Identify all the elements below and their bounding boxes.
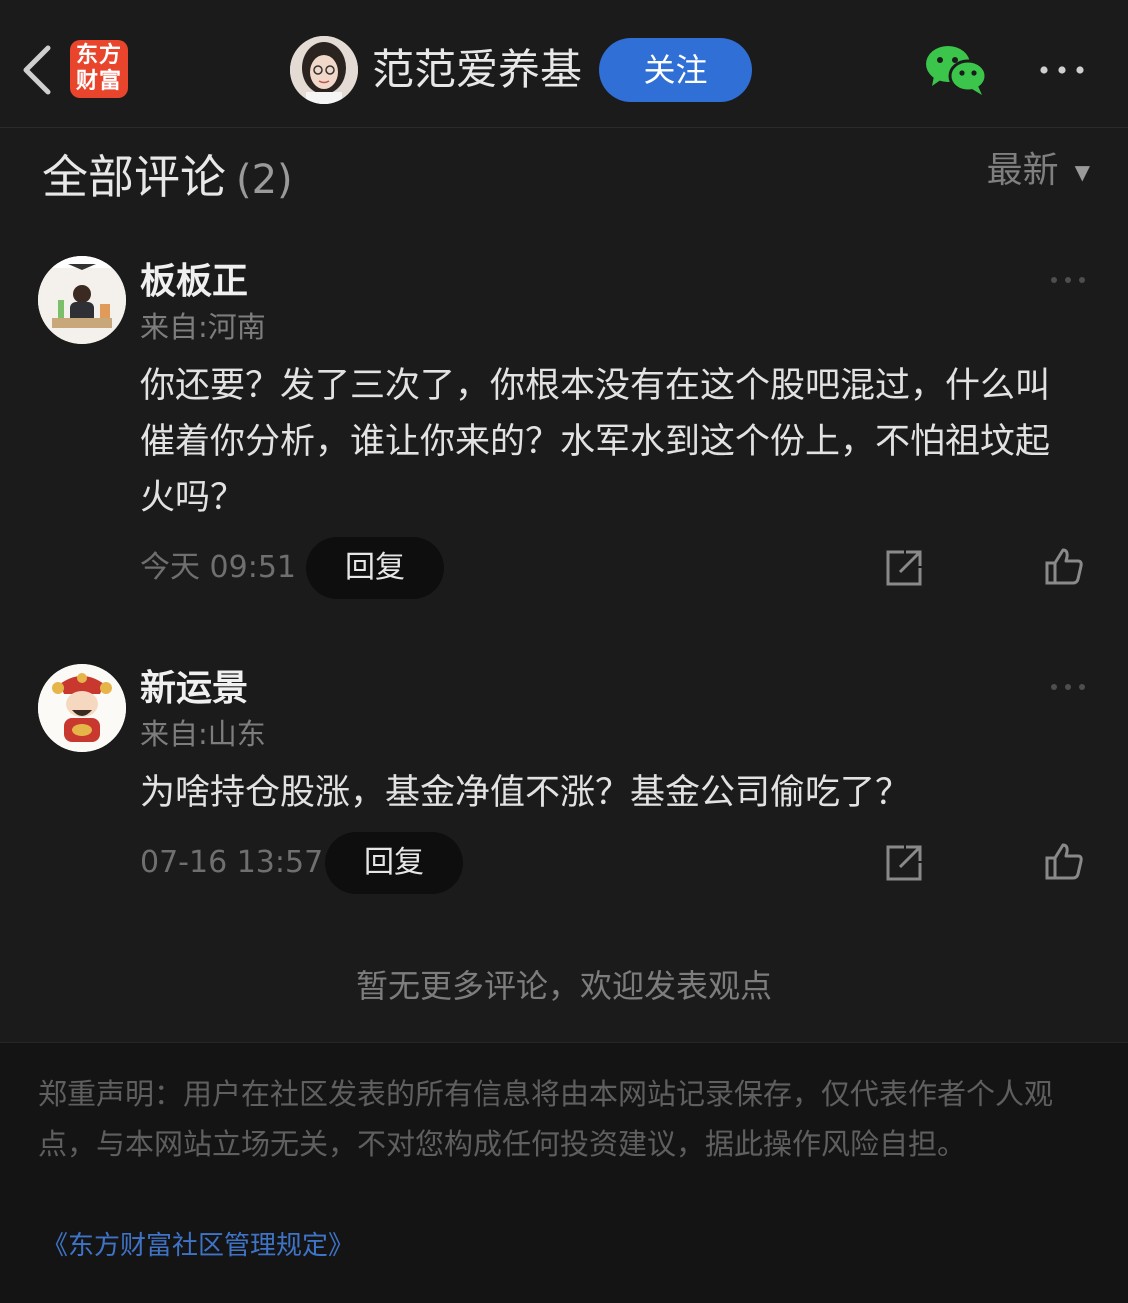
thumbs-up-icon[interactable] [1044, 546, 1084, 586]
caret-down-icon: ▼ [1074, 160, 1090, 184]
comment-username[interactable]: 新运景 [140, 665, 248, 713]
comments-title: 全部评论 [42, 150, 226, 204]
wechat-icon[interactable] [924, 44, 988, 98]
no-more-comments-text: 暂无更多评论，欢迎发表观点 [355, 967, 772, 1005]
author-name[interactable]: 范范爱养基 [372, 42, 582, 98]
comment-text: 你还要？发了三次了，你根本没有在这个股吧混过，什么叫催着你分析，谁让你来的？水军… [140, 366, 1051, 518]
author-avatar[interactable] [290, 36, 358, 104]
sort-dropdown[interactable]: 最新 ▼ [987, 146, 1090, 197]
logo-line2: 财富 [75, 69, 122, 94]
sort-label: 最新 [986, 150, 1059, 191]
share-icon[interactable] [884, 548, 924, 588]
comment-text: 为啥持仓股涨，基金净值不涨？基金公司偷吃了？ [140, 773, 911, 813]
avatar[interactable] [38, 664, 126, 752]
comment-time: 今天 09:51 [140, 550, 296, 585]
comment-username[interactable]: 板板正 [140, 258, 248, 306]
comment-location: 来自:河南 [140, 310, 266, 344]
avatar[interactable] [38, 256, 126, 344]
thumbs-up-icon[interactable] [1044, 841, 1084, 881]
logo-line1: 东方 [75, 43, 122, 68]
reply-button[interactable]: 回复 [306, 537, 444, 599]
top-bar: 东方 财富 范范爱养基 关注 [0, 0, 1128, 128]
more-dots-icon[interactable] [1048, 679, 1088, 695]
share-icon[interactable] [884, 843, 924, 883]
reply-button[interactable]: 回复 [325, 832, 463, 894]
comment-location: 来自:山东 [140, 717, 266, 751]
back-chevron-icon[interactable] [16, 40, 60, 100]
footer: 郑重声明：用户在社区发表的所有信息将由本网站记录保存，仅代表作者个人观点，与本网… [0, 1042, 1128, 1303]
more-dots-icon[interactable] [1036, 56, 1088, 84]
comments-heading: 全部评论 (2) [42, 146, 293, 211]
comment-time: 07-16 13:57 [140, 845, 324, 880]
community-rules-link[interactable]: 《东方财富社区管理规定》 [42, 1225, 354, 1267]
follow-button[interactable]: 关注 [599, 38, 752, 102]
disclaimer-text: 郑重声明：用户在社区发表的所有信息将由本网站记录保存，仅代表作者个人观点，与本网… [38, 1077, 1054, 1161]
comments-count: (2) [236, 157, 293, 203]
more-dots-icon[interactable] [1048, 272, 1088, 288]
app-logo[interactable]: 东方 财富 [70, 40, 128, 98]
